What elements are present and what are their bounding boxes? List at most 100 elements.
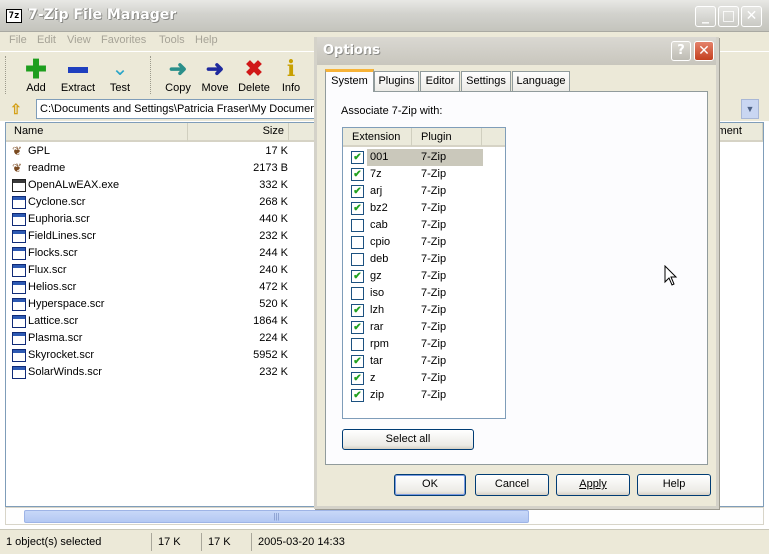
menu-file[interactable]: File [9, 34, 27, 46]
association-checkbox[interactable]: ✔ [351, 185, 364, 198]
column-size-header[interactable]: Size [188, 123, 289, 142]
menu-tools[interactable]: Tools [159, 34, 185, 46]
tab-language[interactable]: Language [512, 71, 570, 91]
tab-plugins[interactable]: Plugins [374, 71, 419, 91]
association-checkbox[interactable]: ✔ [351, 151, 364, 164]
association-row[interactable]: ✔ gz 7-Zip [343, 268, 505, 285]
file-row[interactable]: ❦ readme 2173 B [6, 160, 296, 177]
tab-editor[interactable]: Editor [420, 71, 460, 91]
association-checkbox[interactable]: ✔ [351, 321, 364, 334]
move-button[interactable]: ➜ Move [195, 56, 235, 98]
association-checkbox[interactable]: ✔ [351, 355, 364, 368]
file-size: 232 K [259, 230, 288, 242]
extension-header[interactable]: Extension [343, 128, 412, 147]
extension-label: rar [370, 321, 384, 333]
menu-help[interactable]: Help [195, 34, 218, 46]
file-row[interactable]: Helios.scr 472 K [6, 279, 296, 296]
help-button[interactable]: Help [637, 474, 711, 496]
status-bar: 1 object(s) selected 17 K 17 K 2005-03-2… [0, 529, 769, 554]
association-row[interactable]: ✔ 001 7-Zip [343, 149, 505, 166]
plugin-label: 7-Zip [421, 236, 447, 248]
file-row[interactable]: Lattice.scr 1864 K [6, 313, 296, 330]
extension-label: tar [370, 355, 383, 367]
file-row[interactable]: Cyclone.scr 268 K [6, 194, 296, 211]
association-row[interactable]: ✔ rar 7-Zip [343, 319, 505, 336]
copy-button[interactable]: ➜ Copy [158, 56, 198, 98]
main-title-bar[interactable]: 7z 7-Zip File Manager _ □ ✕ [0, 0, 769, 32]
plugin-header[interactable]: Plugin [412, 128, 482, 147]
extension-label: zip [370, 389, 385, 401]
association-checkbox[interactable] [351, 236, 364, 249]
menu-edit[interactable]: Edit [37, 34, 56, 46]
association-checkbox[interactable] [351, 338, 364, 351]
association-row[interactable]: cab 7-Zip [343, 217, 505, 234]
delete-button[interactable]: ✖ Delete [234, 56, 274, 98]
maximize-icon[interactable]: □ [718, 6, 739, 27]
file-row[interactable]: Skyrocket.scr 5952 K [6, 347, 296, 364]
select-all-button[interactable]: Select all [342, 429, 474, 450]
apply-button[interactable]: Apply [556, 474, 630, 496]
file-name: Cyclone.scr [28, 196, 86, 208]
cancel-button[interactable]: Cancel [475, 474, 549, 496]
association-checkbox[interactable]: ✔ [351, 168, 364, 181]
file-row[interactable]: SolarWinds.scr 232 K [6, 364, 296, 381]
file-row[interactable]: FieldLines.scr 232 K [6, 228, 296, 245]
delete-label: Delete [238, 82, 270, 94]
association-checkbox[interactable]: ✔ [351, 270, 364, 283]
extension-label: rpm [370, 338, 389, 350]
file-row[interactable]: ❦ GPL 17 K [6, 143, 296, 160]
screensaver-file-icon [12, 332, 26, 345]
help-icon[interactable]: ? [671, 41, 691, 61]
tab-system[interactable]: System [325, 69, 374, 92]
tab-settings[interactable]: Settings [461, 71, 511, 91]
association-checkbox[interactable]: ✔ [351, 372, 364, 385]
association-checkbox[interactable]: ✔ [351, 304, 364, 317]
association-checkbox[interactable] [351, 287, 364, 300]
file-row[interactable]: Flocks.scr 244 K [6, 245, 296, 262]
association-checkbox[interactable] [351, 253, 364, 266]
close-icon[interactable]: ✕ [694, 41, 714, 61]
scrollbar-thumb[interactable]: ||| [24, 510, 529, 523]
file-row[interactable]: Hyperspace.scr 520 K [6, 296, 296, 313]
extract-button[interactable]: Extract [58, 56, 98, 98]
toolbar-grip[interactable] [5, 56, 8, 94]
add-button[interactable]: ✚ Add [16, 56, 56, 98]
menu-view[interactable]: View [67, 34, 91, 46]
association-row[interactable]: cpio 7-Zip [343, 234, 505, 251]
association-row[interactable]: deb 7-Zip [343, 251, 505, 268]
association-row[interactable]: ✔ tar 7-Zip [343, 353, 505, 370]
screensaver-file-icon [12, 264, 26, 277]
test-button[interactable]: ⌄ Test [100, 56, 140, 98]
file-row[interactable]: Plasma.scr 224 K [6, 330, 296, 347]
column-name-header[interactable]: Name [6, 123, 188, 142]
file-row[interactable]: OpenALwEAX.exe 332 K [6, 177, 296, 194]
file-size: 232 K [259, 366, 288, 378]
association-row[interactable]: ✔ zip 7-Zip [343, 387, 505, 404]
info-button[interactable]: i Info [271, 56, 311, 98]
file-name: Flocks.scr [28, 247, 78, 259]
minimize-icon[interactable]: _ [695, 6, 716, 27]
file-row[interactable]: Flux.scr 240 K [6, 262, 296, 279]
ok-button[interactable]: OK [394, 474, 466, 496]
association-checkbox[interactable]: ✔ [351, 202, 364, 215]
association-row[interactable]: ✔ arj 7-Zip [343, 183, 505, 200]
dialog-title-bar[interactable]: Options ? ✕ [317, 37, 716, 65]
association-row[interactable]: rpm 7-Zip [343, 336, 505, 353]
close-icon[interactable]: ✕ [741, 6, 762, 27]
menu-favorites[interactable]: Favorites [101, 34, 146, 46]
association-row[interactable]: ✔ bz2 7-Zip [343, 200, 505, 217]
chevron-down-icon[interactable]: ▼ [741, 99, 759, 119]
path-input[interactable]: C:\Documents and Settings\Patricia Frase… [36, 99, 326, 119]
horizontal-scrollbar[interactable]: ||| [5, 507, 764, 525]
association-row[interactable]: iso 7-Zip [343, 285, 505, 302]
association-row[interactable]: ✔ lzh 7-Zip [343, 302, 505, 319]
association-checkbox[interactable] [351, 219, 364, 232]
association-row[interactable]: ✔ z 7-Zip [343, 370, 505, 387]
folder-up-icon[interactable]: ⇧ [10, 101, 22, 118]
file-row[interactable]: Euphoria.scr 440 K [6, 211, 296, 228]
association-checkbox[interactable]: ✔ [351, 389, 364, 402]
file-name: Hyperspace.scr [28, 298, 105, 310]
status-packed-size: 17 K [204, 533, 252, 551]
toolbar-grip[interactable] [150, 56, 153, 94]
association-row[interactable]: ✔ 7z 7-Zip [343, 166, 505, 183]
